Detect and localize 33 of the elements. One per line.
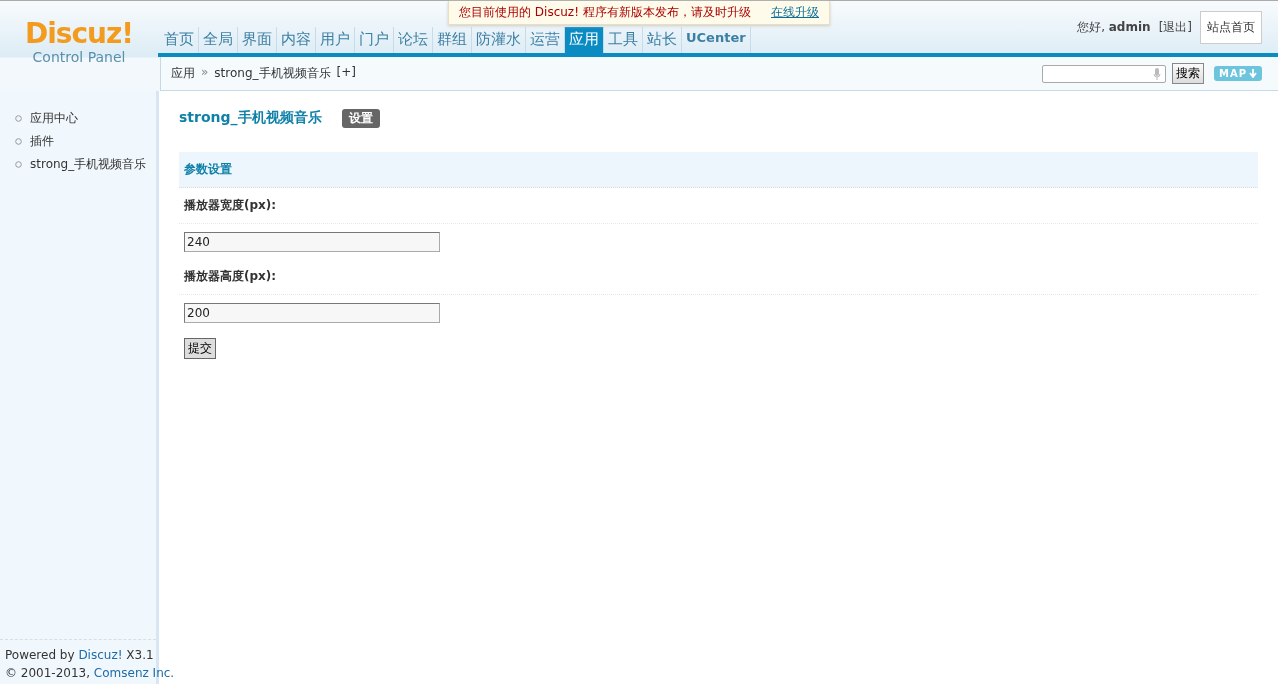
submit-button[interactable]: 提交 (184, 338, 216, 359)
nav-tab[interactable]: 应用 (565, 27, 604, 53)
field-label: 播放器宽度(px): (184, 197, 277, 214)
field-label: 播放器高度(px): (184, 268, 277, 285)
input-field[interactable]: 200 (184, 302, 440, 323)
sidebar-item[interactable]: 应用中心 (30, 110, 78, 127)
logo-subtitle: Control Panel (32, 49, 126, 65)
settings-tab[interactable]: 设置 (341, 108, 380, 128)
logo-text: Discuz! (24, 19, 134, 49)
search-field[interactable] (1041, 64, 1166, 83)
sidebar-item[interactable]: strong_手机视频音乐 (30, 156, 147, 173)
footer-link[interactable]: Comsenz Inc. (93, 666, 175, 680)
site-home-button[interactable]: 站点首页 (1200, 11, 1262, 44)
breadcrumb-current: strong_手机视频音乐 (214, 65, 331, 82)
microphone-icon (1152, 67, 1161, 80)
breadcrumb-separator: » (201, 65, 209, 81)
sidebar-item[interactable]: 插件 (30, 133, 54, 150)
breadcrumb-link[interactable]: 应用 (171, 65, 195, 82)
down-arrow-icon (1249, 69, 1257, 78)
logout-link[interactable]: [退出] (1158, 19, 1192, 36)
add-shortcut-link[interactable]: [+] (336, 65, 356, 82)
footer-text: Powered by Discuz! X3.1 (5, 647, 155, 664)
update-notice: 您目前使用的 Discuz! 程序有新版本发布，请及时升级 (459, 4, 751, 21)
user-greeting: 您好, admin (1077, 19, 1151, 36)
input-field[interactable]: 240 (184, 231, 440, 252)
circle-bullet-icon (15, 138, 22, 145)
circle-bullet-icon (15, 161, 22, 168)
footer-link[interactable]: Discuz! (78, 648, 123, 662)
circle-bullet-icon (15, 115, 22, 122)
plugin-title: strong_手机视频音乐 (179, 109, 322, 127)
upgrade-link[interactable]: 在线升级 (771, 4, 819, 21)
section-header: 参数设置 (179, 152, 1258, 188)
search-button[interactable]: 搜索 (1171, 63, 1204, 84)
